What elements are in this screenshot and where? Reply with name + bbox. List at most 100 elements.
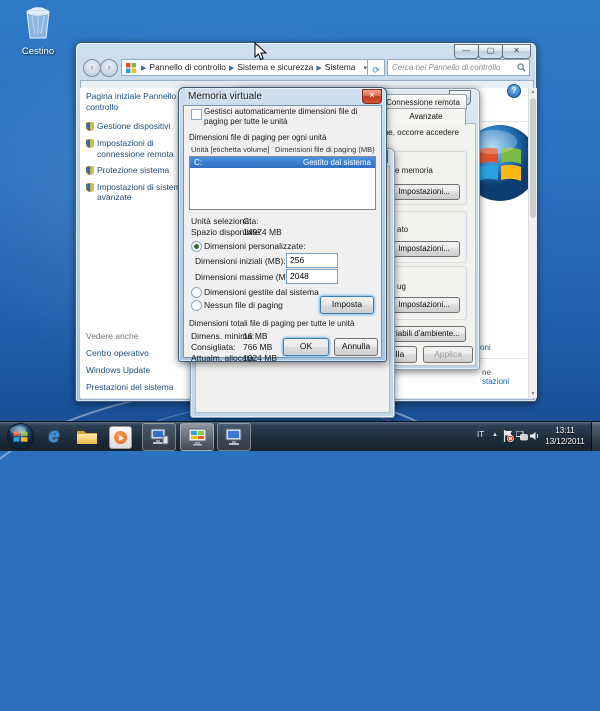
language-indicator[interactable]: IT — [477, 430, 484, 439]
sidebar-item-label: Protezione sistema — [97, 165, 169, 176]
network-icon[interactable] — [516, 431, 528, 441]
column-size: Dimensioni file di paging (MB) — [275, 145, 375, 154]
clock[interactable]: 13:11 13/12/2011 — [541, 425, 589, 447]
sidebar-item-windows-update[interactable]: Windows Update — [86, 365, 190, 375]
available-space-value: 14974 MB — [243, 227, 282, 237]
uac-shield-icon — [86, 166, 94, 175]
back-button[interactable]: ‹ — [83, 59, 101, 77]
max-size-label: Dimensioni massime (MB): — [195, 272, 297, 282]
sidebar-item-advanced-settings[interactable]: Impostazioni di sistema avanzate — [86, 182, 191, 203]
system-managed-radio[interactable] — [191, 287, 202, 298]
initial-size-input[interactable]: 256 — [286, 253, 338, 268]
tab-advanced[interactable]: Avanzate — [386, 108, 466, 125]
show-hidden-icons[interactable]: ▲ — [492, 432, 498, 438]
search-box[interactable]: Cerca nel Pannello di controllo — [387, 59, 530, 76]
computer-icon — [149, 428, 169, 446]
show-desktop-button[interactable] — [591, 422, 600, 451]
ok-button[interactable]: OK — [283, 338, 329, 356]
drive-listbox[interactable]: C: Gestito dal sistema — [189, 156, 376, 210]
auto-manage-checkbox[interactable] — [191, 109, 202, 120]
see-also-header: Vedere anche — [86, 331, 190, 341]
taskbar-window-control-panel[interactable] — [180, 423, 214, 451]
breadcrumb-control-panel[interactable]: Pannello di controllo — [149, 62, 226, 72]
refresh-icon: ⟳ — [372, 65, 380, 75]
sidebar-item-label: Gestione dispositivi — [97, 121, 170, 132]
set-button[interactable]: Imposta — [320, 296, 374, 314]
recommended-label: Consigliata: — [191, 342, 235, 352]
system-window-icon — [188, 428, 207, 446]
recycle-bin[interactable]: Cestino — [10, 6, 66, 57]
close-button[interactable]: ✕ — [502, 44, 531, 59]
content-fragment-change-settings-link[interactable]: stazioni — [482, 377, 509, 386]
taskbar: e — [0, 421, 600, 451]
computer-icon — [224, 428, 244, 446]
sidebar-item-device-manager[interactable]: Gestione dispositivi — [86, 121, 191, 132]
sidebar-item-remote-settings[interactable]: Impostazioni di connessione remota — [86, 138, 191, 159]
no-paging-label[interactable]: Nessun file di paging — [204, 300, 283, 310]
totals-header: Dimensioni totali file di paging per tut… — [189, 319, 354, 328]
per-drive-label: Dimensioni file di paging per ogni unità — [189, 133, 326, 142]
sidebar-item-action-center[interactable]: Centro operativo — [86, 348, 190, 358]
forward-button[interactable]: › — [100, 59, 118, 77]
internet-explorer-icon[interactable]: e — [43, 425, 65, 447]
volume-icon[interactable] — [530, 431, 540, 441]
content-fragment-link-top[interactable]: oni — [480, 343, 491, 352]
minimize-button[interactable]: — — [454, 44, 479, 59]
windows-explorer-icon[interactable] — [76, 428, 98, 445]
sidebar-item-system-protection[interactable]: Protezione sistema — [86, 165, 191, 176]
sidebar-item-performance[interactable]: Prestazioni del sistema — [86, 382, 190, 392]
action-center-flag-icon[interactable] — [503, 430, 514, 442]
profiles-settings-button[interactable]: Impostazioni... — [388, 241, 460, 257]
initial-size-label: Dimensioni iniziali (MB): — [195, 256, 286, 266]
search-placeholder: Cerca nel Pannello di controllo — [388, 63, 517, 72]
search-icon[interactable] — [517, 63, 526, 72]
max-size-input[interactable]: 2048 — [286, 269, 338, 284]
no-paging-radio[interactable] — [191, 300, 202, 311]
breadcrumb-system-security[interactable]: Sistema e sicurezza — [237, 62, 313, 72]
system-managed-label[interactable]: Dimensioni gestite dal sistema — [204, 287, 319, 297]
recycle-bin-icon — [23, 6, 53, 40]
apply-button[interactable]: Applica — [423, 346, 473, 363]
help-icon[interactable]: ? — [507, 84, 521, 98]
scroll-up-icon[interactable]: ▲ — [529, 89, 537, 95]
column-drive: Unità [etichetta volume] — [191, 145, 269, 154]
drive-paging-value: Gestito dal sistema — [303, 157, 371, 168]
refresh-button[interactable]: ⟳ — [367, 59, 385, 76]
mouse-cursor — [254, 42, 267, 61]
scrollbar-thumb[interactable] — [530, 98, 536, 218]
sidebar-item-home[interactable]: Pagina iniziale Pannello di controllo — [86, 91, 189, 112]
scroll-down-icon[interactable]: ▼ — [529, 391, 537, 397]
content-fragment-text: ne — [482, 368, 491, 377]
media-player-icon[interactable] — [109, 426, 132, 449]
start-button[interactable] — [7, 423, 34, 450]
scrollbar[interactable]: ▲ ▼ — [528, 88, 537, 398]
uac-shield-icon — [86, 183, 94, 192]
auto-manage-label[interactable]: Gestisci automaticamente dimensioni file… — [204, 107, 372, 126]
recycle-bin-label: Cestino — [10, 46, 66, 57]
see-also-section: Vedere anche Centro operativo Windows Up… — [80, 331, 190, 399]
taskbar-window-dialog[interactable] — [217, 423, 251, 451]
startup-settings-button[interactable]: Impostazioni... — [388, 297, 460, 313]
custom-size-radio[interactable] — [191, 241, 202, 252]
sidebar: Pagina iniziale Pannello di controllo Ge… — [80, 88, 193, 398]
performance-settings-button[interactable]: Impostazioni... — [388, 184, 460, 200]
custom-size-label[interactable]: Dimensioni personalizzate: — [204, 241, 306, 251]
close-button[interactable]: ✕ — [362, 89, 382, 104]
min-size-value: 16 MB — [243, 331, 268, 341]
clock-date: 13/12/2011 — [541, 436, 589, 447]
cancel-button[interactable]: Annulla — [334, 338, 378, 356]
virtual-memory-dialog: Memoria virtuale ✕ Gestisci automaticame… — [178, 87, 387, 362]
sidebar-item-label: Impostazioni di sistema avanzate — [97, 182, 191, 203]
sidebar-item-label: Impostazioni di connessione remota — [97, 138, 191, 159]
section-divider — [481, 121, 528, 122]
performance-description-fragment: e memoria — [395, 166, 433, 175]
drive-row-selected[interactable]: C: Gestito dal sistema — [190, 157, 375, 168]
breadcrumb-system[interactable]: Sistema — [325, 62, 356, 72]
maximize-button[interactable]: ▢ — [478, 44, 503, 59]
address-bar[interactable]: ▶Pannello di controllo▶Sistema e sicurez… — [121, 59, 370, 76]
recommended-value: 766 MB — [243, 342, 272, 352]
drive-letter: C: — [194, 157, 202, 168]
control-panel-icon — [126, 63, 136, 73]
taskbar-window-system[interactable] — [142, 423, 176, 451]
profiles-description-fragment: ato — [397, 225, 408, 234]
